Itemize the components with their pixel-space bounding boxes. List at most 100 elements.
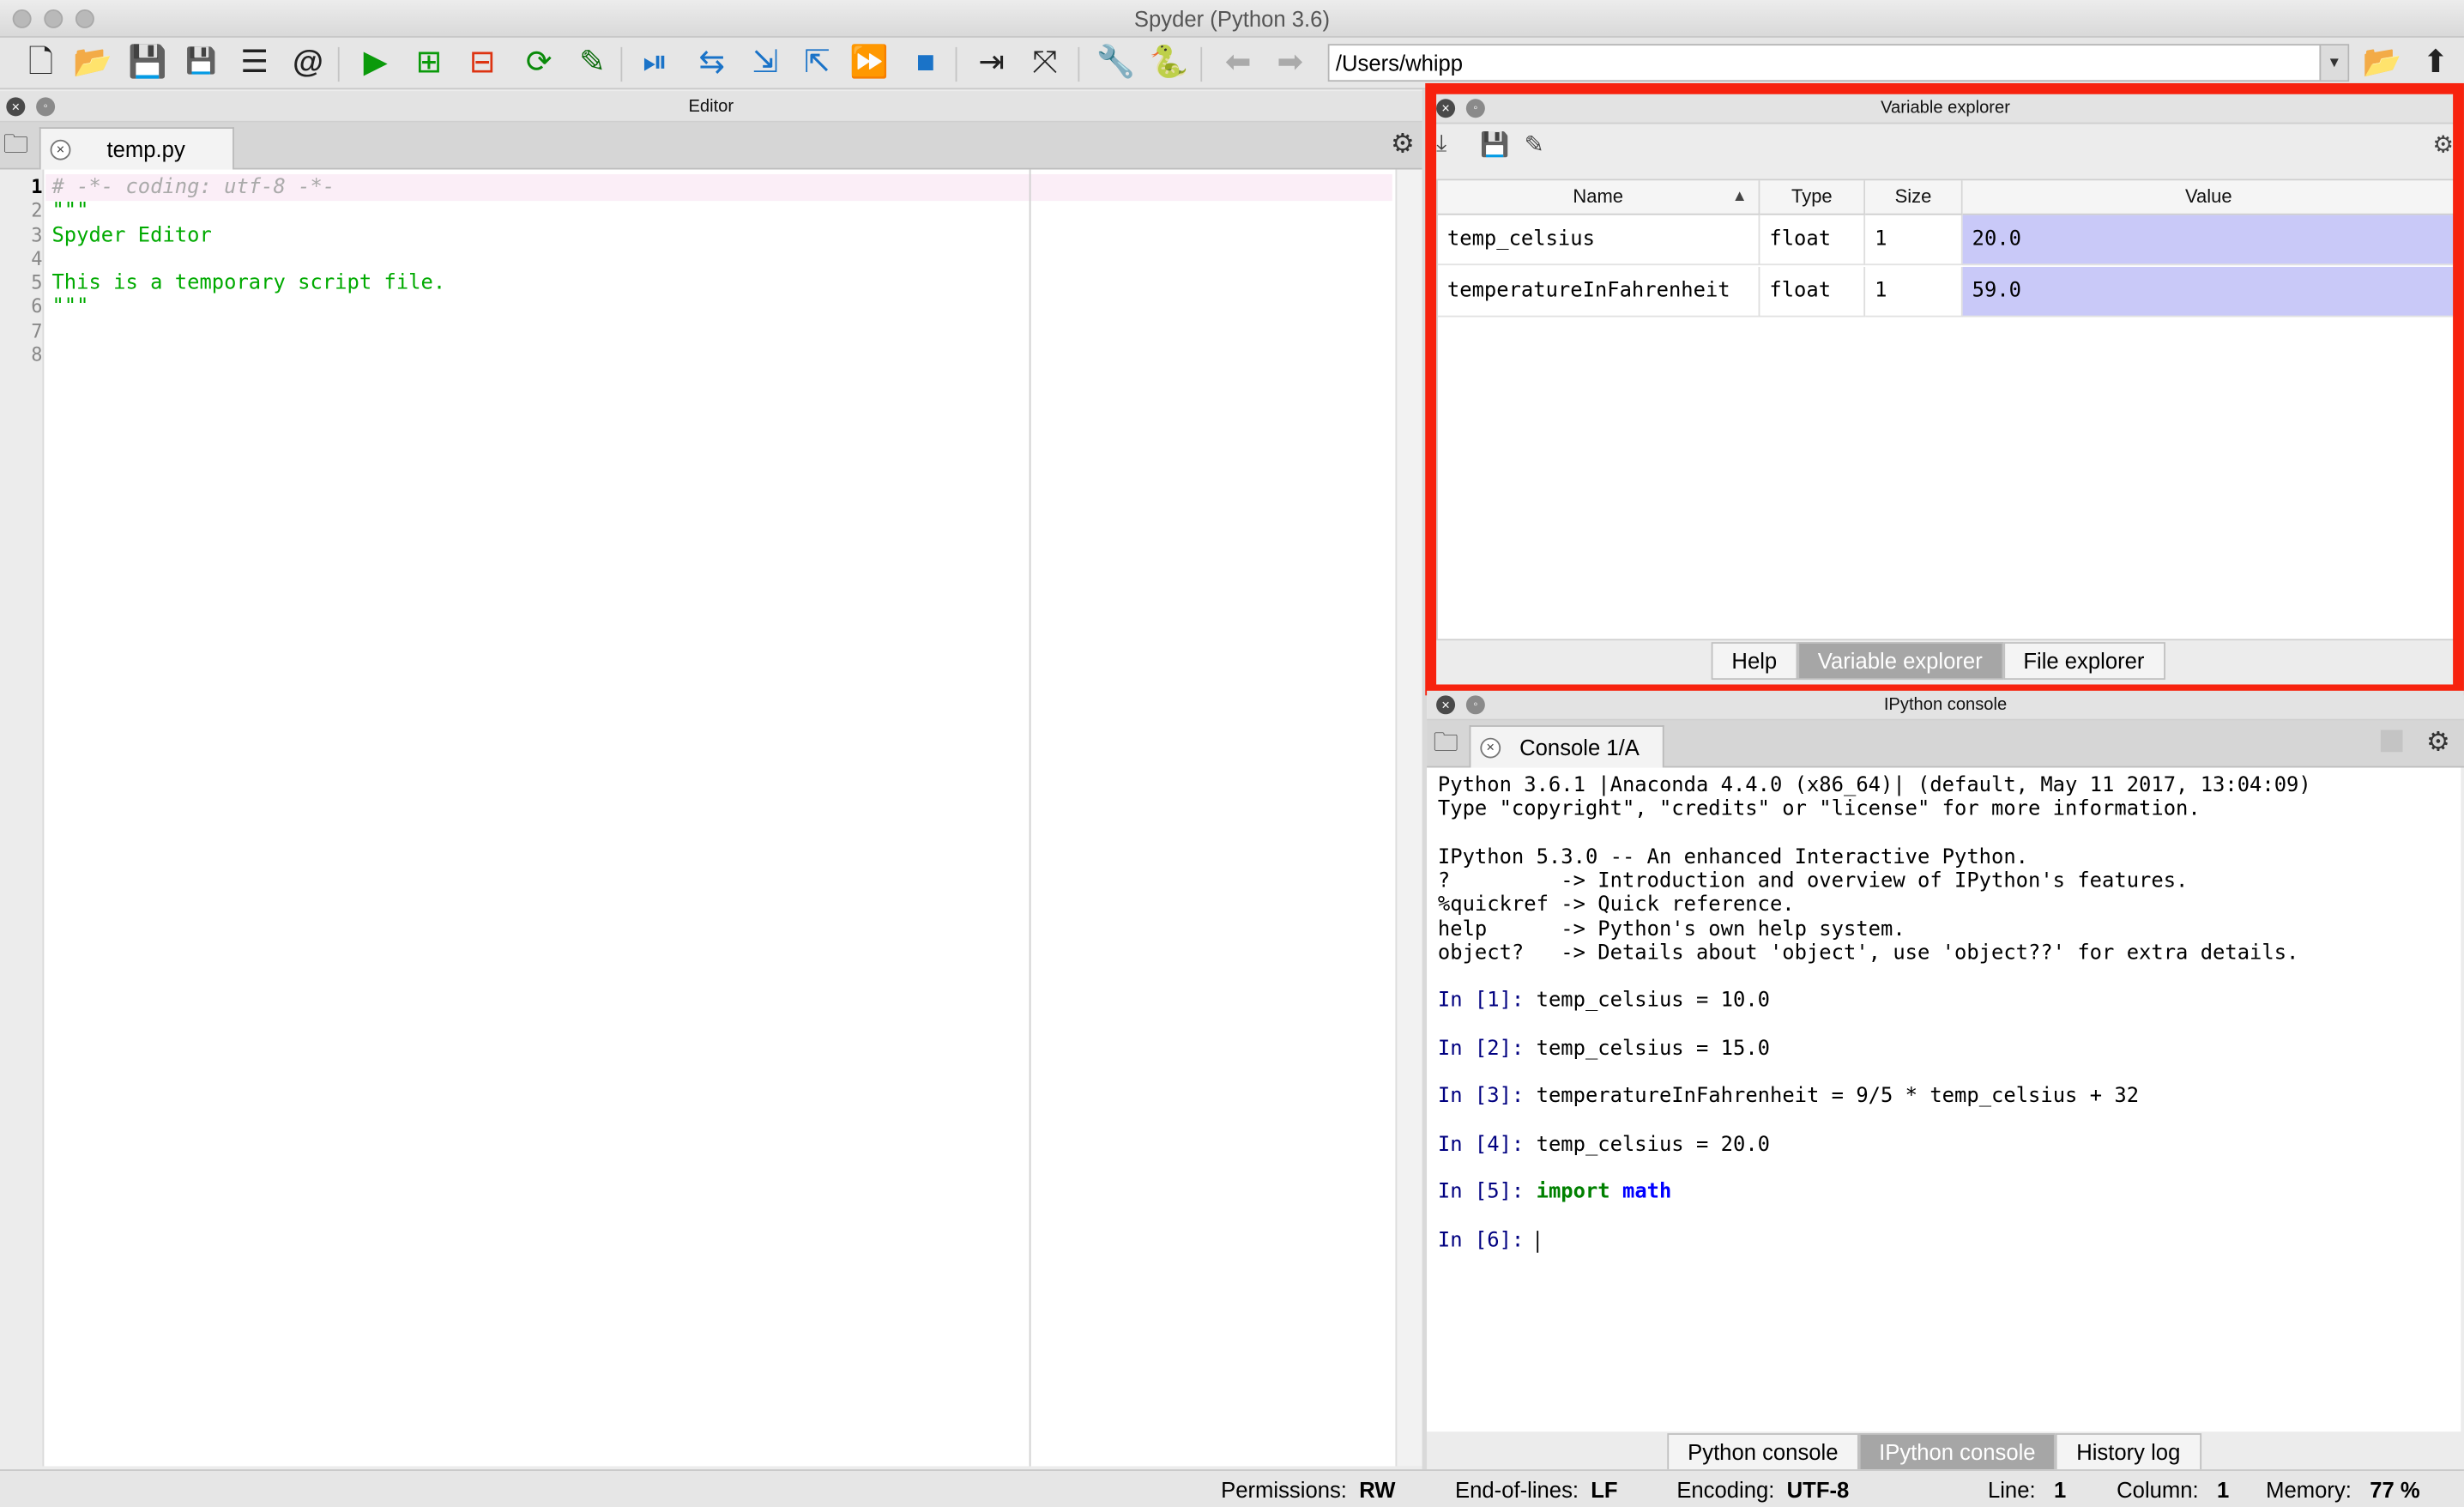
rerun-icon[interactable]: ⟳	[518, 42, 559, 83]
python-icon[interactable]: 🐍	[1149, 42, 1190, 83]
working-directory-input[interactable]: /Users/whipp	[1327, 44, 2350, 82]
input-prompt: In [4]:	[1437, 1133, 1537, 1158]
window-title: Spyder (Python 3.6)	[1133, 6, 1330, 32]
variable-name-cell[interactable]: temp_celsius	[1437, 215, 1760, 266]
run-cell-advance-icon[interactable]: ⊟	[462, 42, 503, 83]
close-tab-icon[interactable]: ×	[50, 139, 71, 160]
step-return-icon[interactable]: ⇱	[797, 42, 838, 83]
tab-ipython-console[interactable]: IPython console	[1858, 1433, 2056, 1471]
wrench-icon[interactable]: 🔧	[1096, 42, 1137, 83]
code-line: """	[51, 294, 89, 319]
tab-history-log[interactable]: History log	[2056, 1433, 2201, 1471]
save-all-icon[interactable]: 💾	[181, 42, 222, 83]
code-line: # -*- coding: utf-8 -*-	[51, 175, 335, 200]
input-code: temperatureInFahrenheit = 9/5 * temp_cel…	[1536, 1084, 2140, 1109]
forward-arrow-icon[interactable]: ➡	[1270, 42, 1311, 83]
input-code: temp_celsius = 15.0	[1536, 1038, 1771, 1062]
console-banner-line: IPython 5.3.0 -- An enhanced Interactive…	[1437, 845, 2029, 870]
console-banner-line: help -> Python's own help system.	[1437, 918, 1905, 942]
at-icon[interactable]: @	[287, 42, 329, 83]
save-icon[interactable]: 💾	[127, 42, 168, 83]
line-number: 4	[31, 248, 43, 270]
step-icon[interactable]: ⇆	[691, 42, 733, 83]
editor-scrollbar[interactable]	[1395, 169, 1422, 1467]
console-banner-line: object? -> Details about 'object', use '…	[1437, 941, 2299, 965]
status-bar: Permissions: RW End-of-lines: LF Encodin…	[0, 1469, 2464, 1507]
edge-line	[1029, 169, 1031, 1467]
variable-name-cell[interactable]: temperatureInFahrenheit	[1437, 266, 1760, 318]
stop-kernel-icon[interactable]	[2380, 729, 2403, 753]
line-number: 3	[31, 224, 43, 247]
folder-icon[interactable]: 📂	[2362, 42, 2403, 83]
code-line: Spyder Editor	[51, 224, 212, 249]
run-icon[interactable]: ▶	[355, 42, 396, 83]
line-number: 8	[31, 343, 43, 366]
tab-file-explorer[interactable]: File explorer	[2002, 642, 2165, 681]
console-banner-line: ? -> Introduction and overview of IPytho…	[1437, 869, 2189, 893]
browse-tabs-icon[interactable]: 🗀	[3, 127, 28, 169]
tab-help[interactable]: Help	[1711, 642, 1797, 681]
main-toolbar: 🗋 📂 💾 💾 ☰ @ ▶ ⊞ ⊟ ⟳ ✎ ⏯ ⇆ ⇲ ⇱ ⏩ ■ ⇥ ⤧ 🔧 …	[0, 37, 2464, 90]
status-permissions: Permissions: RW	[1221, 1477, 1396, 1503]
variable-type-cell[interactable]: float	[1760, 266, 1866, 318]
maximize-pane-icon[interactable]: ⇥	[971, 42, 1012, 83]
import-data-icon[interactable]: ⤓	[1436, 130, 1446, 157]
column-header-name[interactable]: Name ▲	[1437, 180, 1760, 215]
variable-explorer-title: Variable explorer	[1881, 99, 2010, 118]
variable-value-cell[interactable]: 20.0	[1962, 215, 2455, 266]
save-data-as-icon[interactable]: ✎	[1525, 130, 1544, 159]
console-input-line[interactable]: In [6]:	[1438, 1229, 1538, 1253]
browse-tabs-icon[interactable]: 🗀	[1433, 725, 1458, 767]
spyder-window: Spyder (Python 3.6) 🗋 📂 💾 💾 ☰ @ ▶ ⊞ ⊟ ⟳ …	[0, 0, 2464, 1507]
variable-value-cell[interactable]: 59.0	[1962, 266, 2455, 318]
column-header-value[interactable]: Value	[1962, 180, 2455, 215]
tab-console-1a[interactable]: × Console 1/A	[1469, 725, 1664, 768]
variable-size-cell[interactable]: 1	[1865, 266, 1963, 318]
tab-temp-py[interactable]: × temp.py	[39, 127, 234, 170]
import-keyword: import	[1536, 1180, 1610, 1204]
gear-icon[interactable]: ⚙	[2432, 130, 2454, 159]
input-prompt: In [5]:	[1437, 1180, 1537, 1204]
configure-run-icon[interactable]: ✎	[572, 42, 613, 83]
status-encoding: Encoding: UTF-8	[1676, 1477, 1850, 1503]
tab-variable-explorer[interactable]: Variable explorer	[1797, 642, 2003, 681]
line-number: 5	[31, 271, 43, 294]
open-file-icon[interactable]: 📂	[72, 42, 113, 83]
close-tab-icon[interactable]: ×	[1480, 737, 1501, 759]
gear-icon[interactable]: ⚙	[1391, 129, 1415, 160]
variable-type-cell[interactable]: float	[1760, 215, 1866, 266]
ipython-console-output[interactable]: Python 3.6.1 |Anaconda 4.4.0 (x86_64)| (…	[1427, 767, 2461, 1432]
fullscreen-icon[interactable]: ⤧	[1024, 42, 1066, 83]
help-pane-tabs: Help Variable explorer File explorer	[1711, 642, 2165, 681]
column-header-size[interactable]: Size	[1865, 180, 1963, 215]
column-header-label: Name	[1573, 185, 1624, 208]
console-input-line: In [1]: temp_celsius = 10.0	[1438, 989, 1770, 1012]
code-line: This is a temporary script file.	[51, 271, 446, 295]
code-editor[interactable]: 1 2 3 4 5 6 7 8 # -*- coding: utf-8 -*- …	[0, 169, 1396, 1467]
stop-icon[interactable]: ■	[905, 42, 946, 83]
new-file-icon[interactable]: 🗋	[21, 42, 62, 83]
gear-icon[interactable]: ⚙	[2426, 727, 2450, 759]
column-header-type[interactable]: Type	[1760, 180, 1866, 215]
console-input-line: In [3]: temperatureInFahrenheit = 9/5 * …	[1438, 1085, 2139, 1108]
status-column: Column: 1	[2117, 1477, 2230, 1503]
chevron-down-icon[interactable]: ▾	[2319, 45, 2348, 81]
back-arrow-icon[interactable]: ⬅	[1217, 42, 1259, 83]
save-data-icon[interactable]: 💾	[1480, 130, 1509, 159]
step-into-icon[interactable]: ⇲	[745, 42, 786, 83]
debug-icon[interactable]: ⏯	[635, 42, 676, 83]
outline-icon[interactable]: ☰	[234, 42, 275, 83]
ipython-console-title: IPython console	[1883, 695, 2008, 715]
continue-icon[interactable]: ⏩	[849, 42, 890, 83]
title-bar: Spyder (Python 3.6)	[0, 0, 2464, 38]
line-number: 7	[31, 320, 43, 342]
status-end-of-lines: End-of-lines: LF	[1455, 1477, 1618, 1503]
input-prompt: In [3]:	[1437, 1084, 1537, 1109]
line-number: 1	[31, 175, 43, 198]
sort-ascending-icon: ▲	[1731, 188, 1748, 206]
variable-size-cell[interactable]: 1	[1865, 215, 1963, 266]
up-arrow-icon[interactable]: ⬆	[2415, 42, 2456, 83]
run-cell-icon[interactable]: ⊞	[408, 42, 450, 83]
tab-python-console[interactable]: Python console	[1667, 1433, 1859, 1471]
console-banner-line: Python 3.6.1 |Anaconda 4.4.0 (x86_64)| (…	[1437, 773, 2311, 798]
